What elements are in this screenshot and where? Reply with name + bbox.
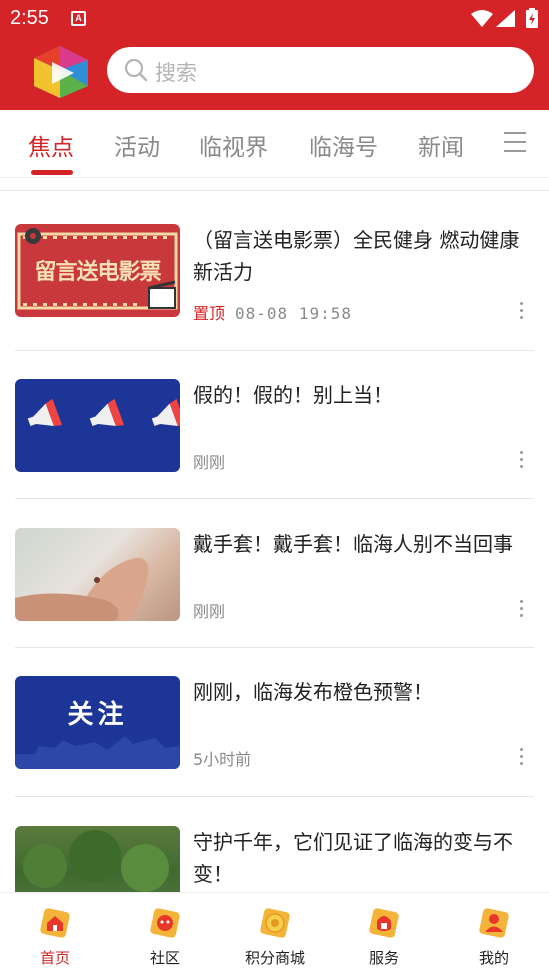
nav-label: 服务: [368, 949, 399, 967]
active-tab-indicator: [31, 170, 73, 175]
tab-activities[interactable]: 活动: [114, 128, 160, 162]
app-header: 2:55 A 搜索: [0, 0, 549, 110]
notification-icon: A: [71, 11, 86, 26]
nav-community[interactable]: 社区: [110, 893, 220, 976]
article-thumbnail: [15, 826, 180, 892]
pinned-badge: 置顶: [193, 304, 226, 323]
list-item[interactable]: 留言送电影票 （留言送电影票）全民健身 燃动健康新活力 置顶 08-08 19:5…: [15, 224, 535, 324]
article-time: 刚刚: [193, 453, 226, 472]
more-options-icon[interactable]: [518, 748, 524, 768]
bottom-navigation: 首页 社区 积分商城 服务 我的: [0, 892, 549, 976]
list-item[interactable]: 假的！假的！别上当！ 刚刚: [15, 379, 535, 472]
tab-linhaihao[interactable]: 临海号: [309, 128, 378, 162]
divider: [15, 498, 534, 499]
status-bar: 2:55 A: [0, 0, 549, 36]
more-options-icon[interactable]: [518, 302, 524, 322]
category-tabs: 焦点 活动 临视界 临海号 新闻: [0, 110, 549, 178]
article-meta: 置顶 08-08 19:58: [193, 300, 352, 324]
home-icon: [40, 908, 70, 938]
wifi-icon: [471, 10, 493, 27]
article-title[interactable]: 守护千年，它们见证了临海的变与不变！: [193, 826, 538, 890]
nav-points-mall[interactable]: 积分商城: [220, 893, 330, 976]
article-title[interactable]: （留言送电影票）全民健身 燃动健康新活力: [193, 224, 538, 288]
tab-menu-icon[interactable]: [504, 132, 526, 154]
nav-service[interactable]: 服务: [329, 893, 439, 976]
divider: [15, 647, 534, 648]
search-icon: [124, 58, 148, 82]
article-thumbnail: 关注: [15, 676, 180, 769]
article-thumbnail: 留言送电影票: [15, 224, 180, 317]
thumbnail-caption: 关注: [67, 700, 128, 730]
nav-label: 我的: [478, 949, 509, 967]
search-placeholder: 搜索: [155, 61, 197, 85]
article-time: 5小时前: [193, 750, 252, 769]
megaphone-icon: [27, 398, 180, 427]
article-time: 刚刚: [193, 602, 226, 621]
community-icon: [150, 908, 180, 938]
list-item[interactable]: 戴手套！戴手套！临海人别不当回事 刚刚: [15, 528, 535, 621]
signal-icon: [496, 10, 515, 27]
nav-label: 积分商城: [244, 949, 305, 967]
article-title[interactable]: 刚刚，临海发布橙色预警！: [193, 676, 538, 708]
nav-home[interactable]: 首页: [0, 893, 110, 976]
profile-icon: [479, 908, 509, 938]
more-options-icon[interactable]: [518, 600, 524, 620]
nav-label: 首页: [39, 949, 70, 967]
tab-focus[interactable]: 焦点: [28, 128, 74, 162]
divider: [15, 350, 534, 351]
article-list[interactable]: 留言送电影票 （留言送电影票）全民健身 燃动健康新活力 置顶 08-08 19:5…: [0, 190, 549, 892]
article-thumbnail: [15, 379, 180, 472]
article-title[interactable]: 戴手套！戴手套！临海人别不当回事: [193, 528, 538, 560]
more-options-icon[interactable]: [518, 451, 524, 471]
list-item[interactable]: 关注 刚刚，临海发布橙色预警！ 5小时前: [15, 676, 535, 769]
tab-linshijie[interactable]: 临视界: [199, 128, 268, 162]
points-mall-icon: [260, 908, 290, 938]
service-icon: [369, 908, 399, 938]
status-time: 2:55: [10, 7, 49, 29]
list-item[interactable]: 守护千年，它们见证了临海的变与不变！: [15, 826, 535, 892]
divider: [15, 796, 534, 797]
nav-profile[interactable]: 我的: [439, 893, 549, 976]
battery-icon: [526, 8, 538, 28]
tab-news[interactable]: 新闻: [418, 128, 464, 162]
article-title[interactable]: 假的！假的！别上当！: [193, 379, 538, 411]
app-logo: [34, 46, 88, 98]
article-time: 08-08 19:58: [235, 304, 352, 323]
search-bar[interactable]: 搜索: [107, 47, 534, 93]
article-thumbnail: [15, 528, 180, 621]
nav-label: 社区: [149, 949, 180, 967]
thumbnail-caption: 留言送电影票: [34, 260, 161, 285]
